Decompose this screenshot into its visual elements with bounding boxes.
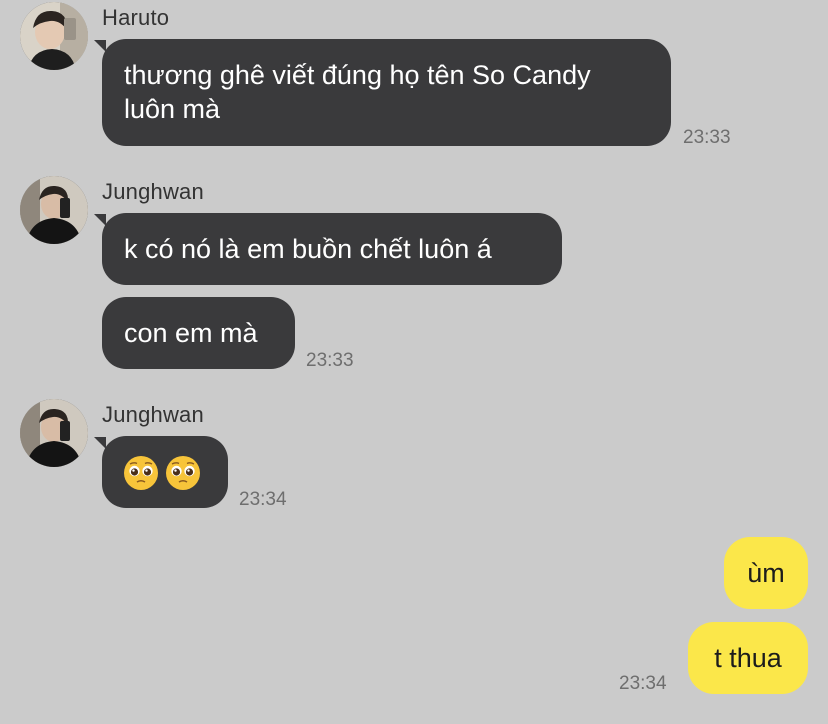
sender-name: Junghwan xyxy=(102,402,204,427)
message-text: thương ghê viết đúng họ tên So Candy luô… xyxy=(124,60,591,124)
avatar-junghwan[interactable] xyxy=(20,176,88,244)
avatar-junghwan[interactable] xyxy=(20,399,88,467)
message-text: con em mà xyxy=(124,318,258,348)
message-bubble[interactable]: con em mà xyxy=(102,297,295,369)
outgoing-message-bubble[interactable]: ùm xyxy=(724,537,808,609)
message-timestamp: 23:33 xyxy=(306,350,354,371)
message-timestamp: 23:34 xyxy=(619,673,667,694)
profile-photo-icon xyxy=(20,176,88,244)
outgoing-message-bubble[interactable]: t thua xyxy=(688,622,808,694)
sender-name: Haruto xyxy=(102,5,170,30)
sender-name: Junghwan xyxy=(102,179,204,204)
profile-photo-icon xyxy=(20,2,88,70)
pleading-face-icon xyxy=(122,454,160,500)
profile-photo-icon xyxy=(20,399,88,467)
avatar-haruto[interactable] xyxy=(20,2,88,70)
message-text: k có nó là em buồn chết luôn á xyxy=(124,234,492,264)
message-timestamp: 23:33 xyxy=(683,127,731,148)
message-text: t thua xyxy=(714,643,782,673)
message-bubble[interactable] xyxy=(102,436,228,508)
message-bubble[interactable]: thương ghê viết đúng họ tên So Candy luô… xyxy=(102,39,671,146)
message-timestamp: 23:34 xyxy=(239,489,287,510)
pleading-face-icon xyxy=(164,454,202,500)
message-text: ùm xyxy=(747,558,785,588)
message-bubble[interactable]: k có nó là em buồn chết luôn á xyxy=(102,213,562,285)
